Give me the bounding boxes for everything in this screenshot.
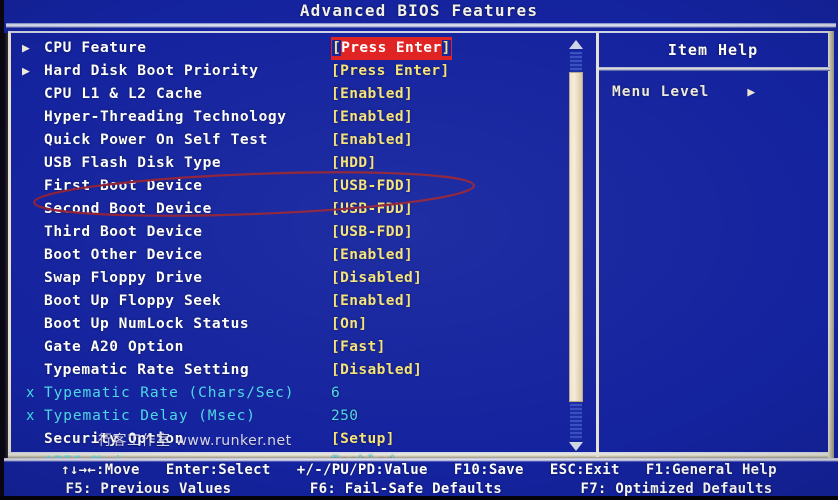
status-bar-line-2: F5: Previous Values F6: Fail-Safe Defaul… xyxy=(65,481,773,497)
setting-value[interactable]: [Press Enter] xyxy=(331,60,450,83)
disabled-marker-icon: x xyxy=(26,385,35,401)
photo-edge-left xyxy=(0,0,4,500)
setting-row[interactable]: x Typematic Delay (Msec) 250 xyxy=(18,405,548,428)
disabled-marker-icon: x xyxy=(26,408,35,424)
setting-value[interactable]: [USB-FDD] xyxy=(331,175,413,198)
setting-label: Quick Power On Self Test xyxy=(44,132,268,148)
setting-value[interactable]: [HDD] xyxy=(331,152,377,175)
setting-value[interactable]: [USB-FDD] xyxy=(331,221,413,244)
setting-label: Boot Up NumLock Status xyxy=(44,316,250,332)
setting-label: First Boot Device xyxy=(44,178,203,194)
submenu-arrow-icon: ▶ xyxy=(22,64,30,79)
bracket-close: ] xyxy=(441,40,451,56)
bracket-open: [ xyxy=(332,40,342,56)
bios-setup-screen: Advanced BIOS Features ▶ CPU Feature [Pres… xyxy=(0,0,838,500)
setting-value[interactable]: [USB-FDD] xyxy=(331,198,413,221)
scrollbar[interactable] xyxy=(566,40,586,452)
setting-label: Second Boot Device xyxy=(44,201,212,217)
setting-value[interactable]: [Disabled] xyxy=(331,359,422,382)
setting-label: CPU L1 & L2 Cache xyxy=(44,86,203,102)
setting-value[interactable]: 250 xyxy=(331,405,358,428)
scrollbar-thumb[interactable] xyxy=(569,72,583,402)
setting-row[interactable]: Quick Power On Self Test [Enabled] xyxy=(18,129,548,152)
menu-level-label: Menu Level xyxy=(612,84,710,100)
setting-value[interactable]: [Setup] xyxy=(331,428,395,451)
setting-label: CPU Feature xyxy=(44,40,147,56)
setting-label: Third Boot Device xyxy=(44,224,203,240)
photo-edge-bottom xyxy=(0,496,838,500)
menu-level-row: Menu Level ▶ xyxy=(612,81,755,100)
scroll-up-arrow-icon[interactable] xyxy=(569,40,583,49)
menu-level-arrow-icon: ▶ xyxy=(747,85,756,100)
setting-row[interactable]: USB Flash Disk Type [HDD] xyxy=(18,152,548,175)
setting-value[interactable]: [Enabled] xyxy=(331,106,413,129)
submenu-arrow-icon: ▶ xyxy=(22,41,30,56)
setting-row[interactable]: ▶ CPU Feature [Press Enter] xyxy=(18,37,548,60)
setting-row[interactable]: Hyper-Threading Technology [Enabled] xyxy=(18,106,548,129)
settings-list: ▶ CPU Feature [Press Enter] ▶ Hard Disk Boot… xyxy=(18,37,548,470)
setting-value[interactable]: [Enabled] xyxy=(331,129,413,152)
setting-row[interactable]: Gate A20 Option [Fast] xyxy=(18,336,548,359)
status-bar-line-1: ↑↓→←:Move Enter:Select +/-/PU/PD:Value F… xyxy=(61,462,777,478)
watermark: 行客工作室 www.runker.net xyxy=(98,433,292,449)
setting-row[interactable]: Boot Up Floppy Seek [Enabled] xyxy=(18,290,548,313)
setting-row[interactable]: Boot Up NumLock Status [On] xyxy=(18,313,548,336)
item-help-divider xyxy=(599,67,830,71)
setting-value[interactable]: [Enabled] xyxy=(331,290,413,313)
setting-row[interactable]: First Boot Device [USB-FDD] xyxy=(18,175,548,198)
item-help-panel: Item Help Menu Level ▶ xyxy=(596,33,830,457)
setting-value[interactable]: [Disabled] xyxy=(331,267,422,290)
setting-value[interactable]: 6 xyxy=(331,382,340,405)
setting-row[interactable]: CPU L1 & L2 Cache [Enabled] xyxy=(18,83,548,106)
setting-value[interactable]: [On] xyxy=(331,313,368,336)
setting-value[interactable]: [Enabled] xyxy=(331,83,413,106)
page-title: Advanced BIOS Features xyxy=(299,1,539,20)
setting-value[interactable]: [Enabled] xyxy=(331,244,413,267)
setting-row[interactable]: x Typematic Rate (Chars/Sec) 6 xyxy=(18,382,548,405)
title-bar: Advanced BIOS Features xyxy=(0,0,838,24)
setting-label: Hyper-Threading Technology xyxy=(44,109,287,125)
setting-row[interactable]: Third Boot Device [USB-FDD] xyxy=(18,221,548,244)
setting-label: Typematic Rate Setting xyxy=(44,362,250,378)
status-bar: ↑↓→←:Move Enter:Select +/-/PU/PD:Value F… xyxy=(0,462,838,500)
setting-label: Hard Disk Boot Priority xyxy=(44,63,259,79)
setting-label: Gate A20 Option xyxy=(44,339,184,355)
setting-row[interactable]: Swap Floppy Drive [Disabled] xyxy=(18,267,548,290)
setting-label: Swap Floppy Drive xyxy=(44,270,203,286)
highlighted-value-text: Press Enter xyxy=(341,40,442,56)
setting-label: USB Flash Disk Type xyxy=(44,155,222,171)
setting-label: Typematic Rate (Chars/Sec) xyxy=(44,385,295,401)
setting-value[interactable]: [Fast] xyxy=(331,336,386,359)
scroll-down-arrow-icon[interactable] xyxy=(569,442,583,451)
setting-row[interactable]: Boot Other Device [Enabled] xyxy=(18,244,548,267)
setting-label: Boot Other Device xyxy=(44,247,203,263)
setting-row[interactable]: Second Boot Device [USB-FDD] xyxy=(18,198,548,221)
setting-label: Boot Up Floppy Seek xyxy=(44,293,222,309)
setting-row[interactable]: Typematic Rate Setting [Disabled] xyxy=(18,359,548,382)
setting-value[interactable]: [Press Enter] xyxy=(331,37,452,60)
title-divider xyxy=(6,23,836,28)
setting-label: Typematic Delay (Msec) xyxy=(44,408,256,424)
setting-row[interactable]: ▶ Hard Disk Boot Priority [Press Enter] xyxy=(18,60,548,83)
item-help-title: Item Help xyxy=(667,41,759,59)
